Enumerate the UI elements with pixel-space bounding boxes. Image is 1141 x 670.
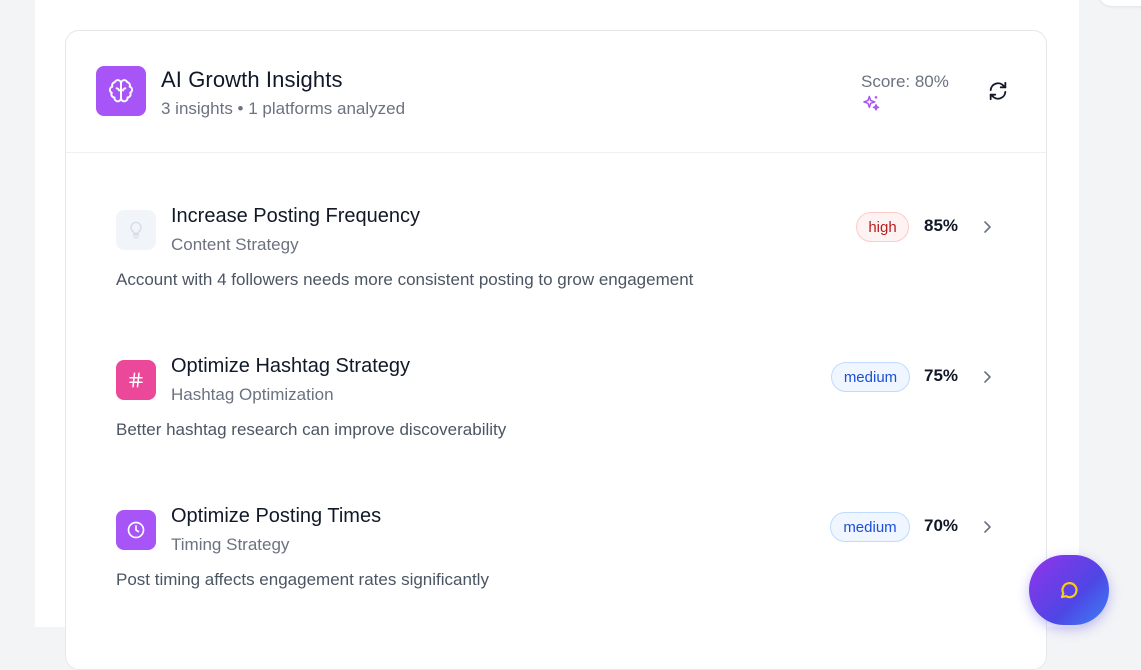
hash-icon xyxy=(116,360,156,400)
insight-description: Post timing affects engagement rates sig… xyxy=(116,570,489,589)
confidence-value: 75% xyxy=(924,366,959,385)
refresh-icon xyxy=(989,81,1007,101)
corner-widget xyxy=(1098,0,1141,6)
clock-icon xyxy=(116,510,156,550)
chat-button[interactable] xyxy=(1029,555,1109,625)
insights-summary: 3 insights • 1 platforms analyzed xyxy=(161,99,406,118)
chevron-right-icon[interactable] xyxy=(981,217,995,237)
insight-description: Better hashtag research can improve disc… xyxy=(116,420,507,439)
chevron-right-icon[interactable] xyxy=(981,367,995,387)
lightbulb-icon xyxy=(116,210,156,250)
insight-category: Hashtag Optimization xyxy=(171,385,334,404)
insights-card: AI Growth Insights 3 insights • 1 platfo… xyxy=(65,30,1047,670)
priority-badge: medium xyxy=(830,512,910,542)
insight-title: Increase Posting Frequency xyxy=(171,205,421,227)
insight-item[interactable]: Optimize Posting Times Timing Strategy P… xyxy=(116,481,998,591)
insight-item[interactable]: Increase Posting Frequency Content Strat… xyxy=(116,181,998,291)
score-label: Score: 80% xyxy=(861,72,949,91)
priority-badge: medium xyxy=(831,362,910,392)
confidence-value: 70% xyxy=(924,516,959,535)
insight-description: Account with 4 followers needs more cons… xyxy=(116,270,694,289)
page-title: AI Growth Insights xyxy=(161,67,343,92)
insight-category: Content Strategy xyxy=(171,235,299,254)
sparkles-icon xyxy=(861,94,881,114)
chat-bubble-icon xyxy=(1060,582,1078,599)
insight-title: Optimize Hashtag Strategy xyxy=(171,355,410,377)
insight-category: Timing Strategy xyxy=(171,535,290,554)
refresh-button[interactable] xyxy=(986,79,1010,103)
confidence-value: 85% xyxy=(924,216,959,235)
card-header: AI Growth Insights 3 insights • 1 platfo… xyxy=(66,31,1046,153)
insight-item[interactable]: Optimize Hashtag Strategy Hashtag Optimi… xyxy=(116,331,998,441)
priority-badge: high xyxy=(856,212,909,242)
chevron-right-icon[interactable] xyxy=(981,517,995,537)
brain-icon xyxy=(96,66,146,116)
insight-title: Optimize Posting Times xyxy=(171,505,382,527)
